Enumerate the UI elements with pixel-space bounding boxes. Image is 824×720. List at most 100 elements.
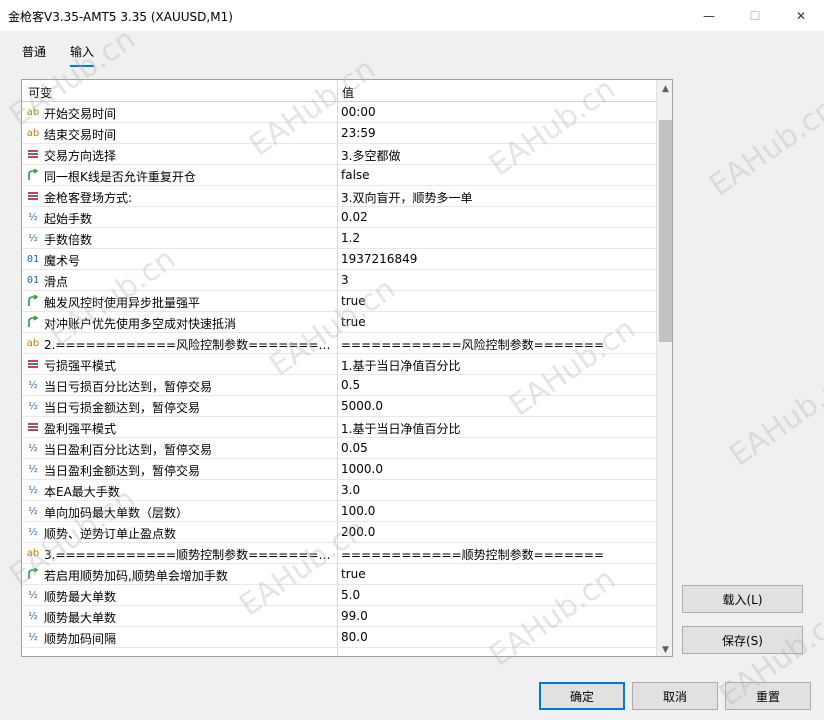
table-row[interactable]: ab 结束交易时间 23:59 [22,123,656,144]
title-bar: 金枪客V3.35-AMT5 3.35 (XAUUSD,M1) — ☐ ✕ [0,0,824,31]
double-type-icon: ½ [28,463,38,475]
scroll-up-icon[interactable]: ▲ [657,80,672,97]
ok-button[interactable]: 确定 [539,682,625,710]
load-button[interactable]: 载入(L) [682,585,803,613]
tab-inputs[interactable]: 输入 [70,43,95,67]
string-type-icon: ab [26,337,40,349]
parameter-value[interactable]: 3.双向盲开，顺势多一单 [341,189,653,206]
parameter-value[interactable]: true [341,294,653,308]
parameter-name: 交易方向选择 [44,149,117,163]
enum-type-icon [26,357,40,371]
parameter-name: 盈利强平模式 [44,422,117,436]
parameter-value[interactable]: 80.0 [341,630,653,644]
parameter-value[interactable]: 0.5 [341,378,653,392]
table-row[interactable]: 触发风控时使用异步批量强平 true [22,291,656,312]
parameter-value[interactable]: 1.2 [341,231,653,245]
parameter-name: 2.============风险控制参数===========... [44,338,334,352]
parameter-value[interactable]: 99.0 [341,609,653,623]
parameter-name: 手数倍数 [44,233,93,247]
maximize-button[interactable]: ☐ [732,0,778,31]
parameter-name: 本EA最大手数 [44,485,120,499]
parameter-value[interactable]: 0.02 [341,210,653,224]
double-type-icon: ½ [28,505,38,517]
table-row[interactable]: ½ 顺势加码间隔 80.0 [22,627,656,648]
parameter-value[interactable]: 3.多空都做 [341,147,653,164]
integer-type-icon: 01 [26,253,40,265]
table-row[interactable]: ab 3.============顺势控制参数===========... ====… [22,543,656,564]
table-row[interactable]: ½ 单向加码最大单数（层数） 100.0 [22,501,656,522]
parameter-value[interactable]: 1937216849 [341,252,653,266]
parameter-name: 魔术号 [44,254,81,268]
column-header-variable[interactable]: 可变 [28,84,52,101]
parameter-value[interactable]: 5000.0 [341,399,653,413]
parameter-value[interactable]: 23:59 [341,126,653,140]
close-button[interactable]: ✕ [778,0,824,31]
minimize-button[interactable]: — [686,0,732,31]
table-row[interactable]: 对冲账户优先使用多空成对快速抵消 true [22,312,656,333]
parameter-value[interactable]: ============风险控制参数======= [341,336,653,353]
watermark-text: EAHub.cn [723,361,824,474]
string-type-icon: ab [26,127,40,139]
save-button[interactable]: 保存(S) [682,626,803,654]
parameter-name: 当日亏损金额达到，暂停交易 [44,401,201,415]
table-row[interactable]: 金枪客登场方式: 3.双向盲开，顺势多一单 [22,186,656,207]
parameter-value[interactable]: 0.05 [341,441,653,455]
parameter-value[interactable]: 100.0 [341,504,653,518]
table-row[interactable]: ½ 本EA最大手数 3.0 [22,480,656,501]
parameter-value[interactable]: ============顺势控制参数======= [341,546,653,563]
table-row[interactable]: ½ 当日盈利金额达到，暂停交易 1000.0 [22,459,656,480]
double-type-icon: ½ [28,211,38,223]
tab-bar: 普通 输入 [0,31,824,71]
table-rows: ab 开始交易时间 00:00 ab 结束交易时间 23:59 交易方向选择 3.多空都做 同一… [22,102,656,648]
parameter-value[interactable]: 5.0 [341,588,653,602]
parameter-name: 若启用顺势加码,顺势单会增加手数 [44,569,228,583]
parameter-value[interactable]: 200.0 [341,525,653,539]
table-row[interactable]: 01 滑点 3 [22,270,656,291]
parameter-name: 当日盈利百分比达到，暂停交易 [44,443,213,457]
parameter-value[interactable]: 1000.0 [341,462,653,476]
parameter-name: 当日盈利金额达到，暂停交易 [44,464,201,478]
table-row[interactable]: ab 2.============风险控制参数===========... ====… [22,333,656,354]
table-row[interactable]: 若启用顺势加码,顺势单会增加手数 true [22,564,656,585]
string-type-icon: ab [26,106,40,118]
table-row[interactable]: 同一根K线是否允许重复开仓 false [22,165,656,186]
double-type-icon: ½ [28,631,38,643]
table-row[interactable]: ½ 起始手数 0.02 [22,207,656,228]
parameter-name: 开始交易时间 [44,107,117,121]
table-row[interactable]: ½ 当日亏损金额达到，暂停交易 5000.0 [22,396,656,417]
table-row[interactable]: 盈利强平模式 1.基于当日净值百分比 [22,417,656,438]
parameter-value[interactable]: true [341,315,653,329]
table-row[interactable]: 交易方向选择 3.多空都做 [22,144,656,165]
parameter-name: 触发风控时使用异步批量强平 [44,296,201,310]
double-type-icon: ½ [28,526,38,538]
scroll-thumb[interactable] [659,120,672,342]
table-row[interactable]: ½ 手数倍数 1.2 [22,228,656,249]
parameter-value[interactable]: 00:00 [341,105,653,119]
table-row[interactable]: ½ 当日亏损百分比达到，暂停交易 0.5 [22,375,656,396]
tab-common[interactable]: 普通 [22,43,46,65]
parameter-value[interactable]: 1.基于当日净值百分比 [341,357,653,374]
reset-button[interactable]: 重置 [725,682,811,710]
double-type-icon: ½ [28,400,38,412]
parameter-value[interactable]: true [341,567,653,581]
close-icon: ✕ [795,8,807,23]
column-header-value[interactable]: 值 [342,84,354,101]
parameter-value[interactable]: 3.0 [341,483,653,497]
vertical-scrollbar[interactable]: ▲ ▼ [656,80,672,656]
table-row[interactable]: ½ 顺势最大单数 99.0 [22,606,656,627]
parameter-value[interactable]: 3 [341,273,653,287]
scroll-down-icon[interactable]: ▼ [657,641,672,656]
double-type-icon: ½ [28,589,38,601]
table-row[interactable]: 亏损强平模式 1.基于当日净值百分比 [22,354,656,375]
parameter-value[interactable]: 1.基于当日净值百分比 [341,420,653,437]
enum-type-icon [26,189,40,203]
cancel-button[interactable]: 取消 [632,682,718,710]
table-row[interactable]: ab 开始交易时间 00:00 [22,102,656,123]
parameters-table: 可变 值 ab 开始交易时间 00:00 ab 结束交易时间 23:59 交易方向选择 3.多… [21,79,673,657]
table-row[interactable]: 01 魔术号 1937216849 [22,249,656,270]
table-row[interactable]: ½ 当日盈利百分比达到，暂停交易 0.05 [22,438,656,459]
integer-type-icon: 01 [26,274,40,286]
table-row[interactable]: ½ 顺势、逆势订单止盈点数 200.0 [22,522,656,543]
parameter-value[interactable]: false [341,168,653,182]
table-row[interactable]: ½ 顺势最大单数 5.0 [22,585,656,606]
